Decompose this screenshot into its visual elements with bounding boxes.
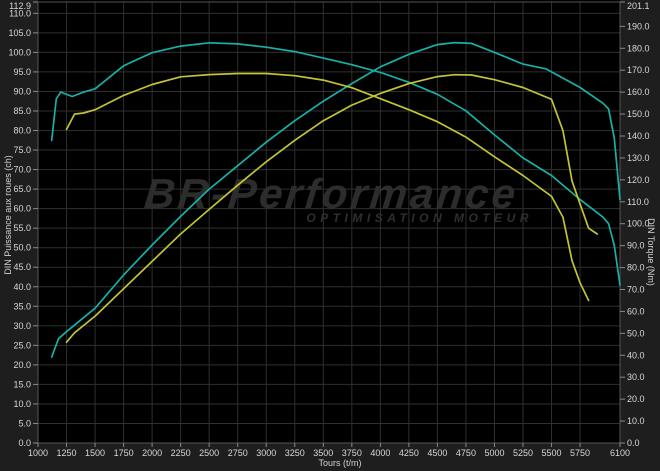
right-tick-label: 170.0 (627, 65, 650, 75)
right-tick-label: 10.0 (627, 416, 645, 426)
right-tick-label: 60.0 (627, 306, 645, 316)
watermark-brand: BR-Performance (142, 170, 520, 217)
left-tick-label: 40.0 (13, 282, 31, 292)
left-tick-label: 95.0 (13, 67, 31, 77)
x-tick-label: 1750 (114, 448, 134, 458)
x-tick-label: 4000 (370, 448, 390, 458)
x-tick-label: 4500 (427, 448, 447, 458)
right-tick-label: 40.0 (627, 350, 645, 360)
x-tick-label: 5750 (570, 448, 590, 458)
left-tick-label: 100.0 (8, 47, 31, 57)
dyno-chart: BR-PerformanceOPTIMISATION MOTEUR 0.0 5.0 1… (0, 0, 660, 471)
right-tick-label: 50.0 (627, 328, 645, 338)
x-tick-label: 6100 (610, 448, 630, 458)
x-tick-label: 1500 (85, 448, 105, 458)
right-tick-label: 150.0 (627, 109, 650, 119)
right-tick-label: 190.0 (627, 21, 650, 31)
dyno-chart-canvas: BR-PerformanceOPTIMISATION MOTEUR 0.0 5.0 1… (0, 0, 660, 471)
right-tick-label: 30.0 (627, 372, 645, 382)
x-tick-label: 5250 (513, 448, 533, 458)
right-tick-label: 110.0 (627, 197, 649, 207)
watermark-tagline: OPTIMISATION MOTEUR (306, 211, 533, 225)
right-tick-label: 120.0 (627, 175, 650, 185)
right-tick-label: 140.0 (627, 131, 650, 141)
right-tick-label: 80.0 (627, 263, 645, 273)
x-tick-label: 4250 (399, 448, 419, 458)
left-tick-label: 70.0 (13, 165, 31, 175)
right-tick-label: 130.0 (627, 153, 650, 163)
left-tick-label: 35.0 (13, 301, 31, 311)
left-tick-label: 80.0 (13, 126, 31, 136)
x-tick-label: 3750 (342, 448, 362, 458)
left-tick-label: 25.0 (13, 340, 31, 350)
left-tick-label: 65.0 (13, 184, 31, 194)
x-tick-label: 3500 (313, 448, 333, 458)
left-tick-label: 50.0 (13, 243, 31, 253)
x-tick-label: 5500 (542, 448, 562, 458)
right-tick-label: 180.0 (627, 43, 650, 53)
left-tick-label: 105.0 (8, 28, 31, 38)
left-tick-label: 75.0 (13, 145, 31, 155)
right-tick-label: 20.0 (627, 394, 645, 404)
right-tick-label: 201.1 (627, 1, 650, 11)
x-tick-label: 2500 (199, 448, 219, 458)
left-tick-label: 15.0 (13, 379, 31, 389)
left-tick-label: 55.0 (13, 223, 31, 233)
x-tick-label: 1250 (57, 448, 77, 458)
x-tick-label: 2000 (142, 448, 162, 458)
x-tick-label: 4750 (456, 448, 476, 458)
left-tick-label: 45.0 (13, 262, 31, 272)
left-tick-label: 112.9 (9, 1, 31, 11)
x-tick-label: 2750 (228, 448, 248, 458)
left-tick-label: 5.0 (18, 418, 31, 428)
left-tick-label: 0.0 (18, 438, 31, 448)
left-tick-label: 30.0 (13, 321, 31, 331)
left-tick-label: 60.0 (13, 204, 31, 214)
x-tick-label: 3250 (285, 448, 305, 458)
x-tick-label: 1000 (28, 448, 48, 458)
right-tick-label: 90.0 (627, 241, 645, 251)
right-axis-title: DIN Torque (Nm) (646, 218, 656, 286)
left-tick-label: 90.0 (13, 86, 31, 96)
x-tick-label: 5000 (484, 448, 504, 458)
right-tick-label: 70.0 (627, 284, 645, 294)
right-tick-label: 0.0 (627, 438, 640, 448)
x-tick-label: 3000 (256, 448, 276, 458)
left-tick-label: 20.0 (13, 360, 31, 370)
left-tick-label: 85.0 (13, 106, 31, 116)
x-tick-label: 2250 (171, 448, 191, 458)
x-axis-title: Tours (t/m) (318, 458, 361, 468)
left-axis-title: DIN Puissance aux roues (ch) (3, 155, 13, 275)
right-tick-label: 160.0 (627, 87, 650, 97)
left-tick-label: 10.0 (13, 399, 31, 409)
